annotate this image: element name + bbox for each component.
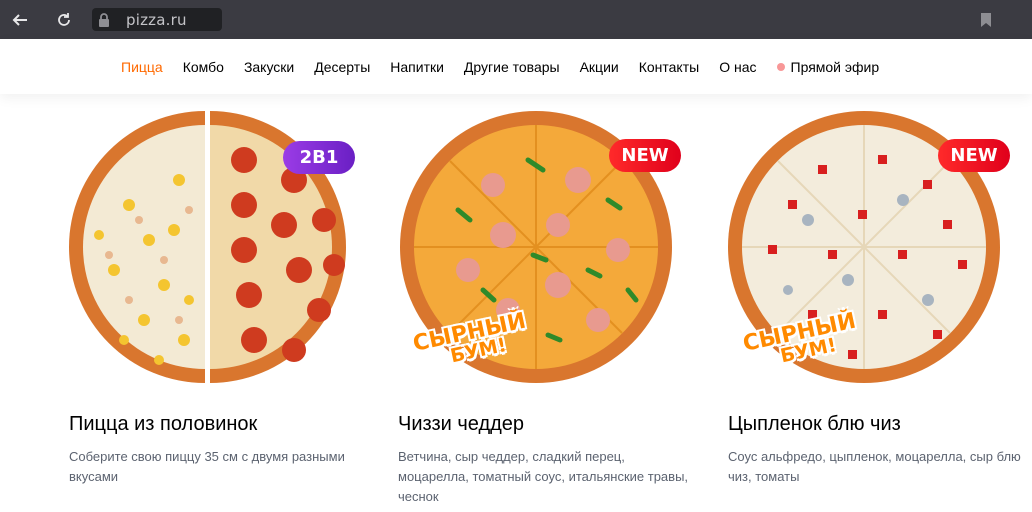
product-title[interactable]: Пицца из половинок	[69, 413, 257, 436]
badge-new: NEW	[609, 139, 681, 172]
main-nav: Пицца Комбо Закуски Десерты Напитки Друг…	[0, 39, 1032, 94]
reload-icon[interactable]	[52, 8, 76, 32]
product-title[interactable]: Чиззи чеддер	[398, 413, 524, 436]
nav-item-pizza[interactable]: Пицца	[111, 59, 173, 75]
badge-2in1: 2В1	[283, 141, 355, 174]
product-description: Соус альфредо, цыпленок, моцарелла, сыр …	[728, 449, 1021, 484]
nav-item-drinks[interactable]: Напитки	[380, 59, 454, 75]
nav-item-snacks[interactable]: Закуски	[234, 59, 304, 75]
nav-item-desserts[interactable]: Десерты	[304, 59, 380, 75]
browser-toolbar: pizza.ru	[0, 0, 1032, 39]
nav-item-about[interactable]: О нас	[709, 59, 766, 75]
nav-item-promotions[interactable]: Акции	[570, 59, 629, 75]
product-description: Ветчина, сыр чеддер, сладкий перец, моца…	[398, 449, 689, 504]
product-title[interactable]: Цыпленок блю чиз	[728, 413, 901, 436]
nav-item-combo[interactable]: Комбо	[173, 59, 234, 75]
nav-item-contacts[interactable]: Контакты	[629, 59, 709, 75]
lock-icon[interactable]	[96, 12, 112, 28]
back-arrow-icon[interactable]	[8, 8, 32, 32]
nav-item-other-goods[interactable]: Другие товары	[454, 59, 570, 75]
live-dot-icon	[776, 62, 785, 71]
bookmark-icon[interactable]	[974, 8, 998, 32]
url-text: pizza.ru	[126, 11, 187, 29]
badge-new: NEW	[938, 139, 1010, 172]
address-bar[interactable]: pizza.ru	[92, 8, 222, 31]
nav-item-live[interactable]: Прямой эфир	[767, 59, 890, 75]
product-description: Соберите свою пиццу 35 см с двумя разным…	[69, 449, 345, 484]
live-label: Прямой эфир	[790, 58, 880, 75]
